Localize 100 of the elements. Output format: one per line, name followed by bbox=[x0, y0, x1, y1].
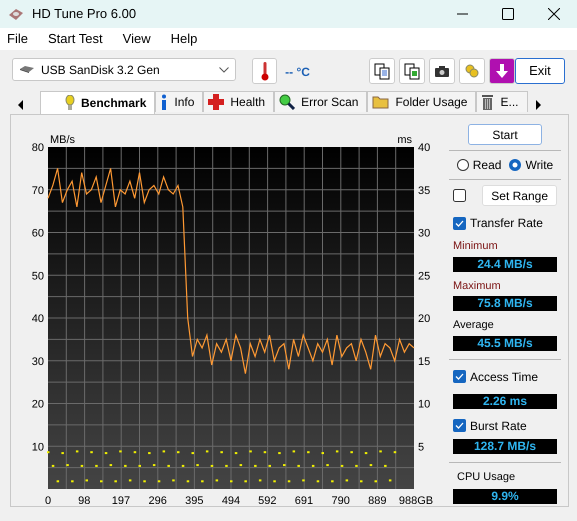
checkbox-label: Transfer Rate bbox=[470, 215, 543, 232]
access-time-point bbox=[249, 450, 252, 452]
y-tick-label: 70 bbox=[32, 184, 44, 197]
screenshot-button[interactable] bbox=[428, 58, 455, 84]
y-tick-label: 30 bbox=[32, 356, 44, 368]
access-time-point bbox=[331, 480, 334, 482]
documents-icon bbox=[404, 62, 420, 80]
access-time-point bbox=[172, 479, 175, 482]
x-tick-label: 0 bbox=[44, 495, 52, 504]
radio-label: Write bbox=[525, 157, 554, 174]
tab[interactable]: E... bbox=[476, 91, 528, 112]
access-time-point bbox=[216, 479, 218, 482]
menu-item[interactable]: Help bbox=[170, 29, 198, 49]
menu-item[interactable]: File bbox=[7, 29, 28, 49]
menu-item[interactable]: View bbox=[122, 29, 151, 49]
x-tick-label: 98 bbox=[78, 495, 90, 504]
camera-icon bbox=[434, 64, 450, 78]
y2-tick-label: 40 bbox=[418, 142, 430, 154]
access-time-point bbox=[152, 464, 156, 466]
access-time-point bbox=[258, 479, 262, 482]
access-time-point bbox=[182, 464, 184, 467]
access-time-point bbox=[90, 451, 93, 454]
copy-image-button[interactable] bbox=[398, 58, 425, 84]
maximize-icon bbox=[502, 8, 514, 20]
tab[interactable]: Folder Usage bbox=[367, 91, 476, 112]
y-tick-label: 60 bbox=[32, 228, 44, 240]
access-time-point bbox=[61, 452, 64, 454]
access-time-point bbox=[110, 464, 112, 466]
access-time-point bbox=[244, 480, 247, 482]
access-time-point bbox=[268, 464, 271, 467]
access-time-point bbox=[283, 464, 286, 466]
minimize-icon bbox=[456, 13, 468, 15]
exit-button[interactable]: Exit bbox=[514, 58, 565, 84]
access-time-point bbox=[158, 480, 160, 482]
radio-button[interactable] bbox=[509, 159, 522, 171]
checkbox[interactable] bbox=[453, 370, 466, 383]
coins-icon bbox=[464, 63, 480, 79]
access-time-point bbox=[346, 479, 348, 482]
stat-value: 45.5 MB/s bbox=[453, 336, 557, 350]
access-time-point bbox=[307, 451, 310, 454]
tab[interactable]: Info bbox=[155, 91, 204, 112]
access-time-point bbox=[95, 464, 98, 467]
access-time-point bbox=[225, 464, 228, 467]
access-time-point bbox=[292, 450, 296, 452]
y-tick-label: 10 bbox=[32, 441, 44, 454]
start-button[interactable]: Start bbox=[468, 124, 542, 145]
radio-button[interactable] bbox=[456, 159, 469, 171]
checkbox[interactable] bbox=[453, 189, 466, 202]
scroll-left-icon bbox=[18, 100, 24, 110]
tab[interactable]: Error Scan bbox=[274, 91, 368, 112]
access-time-point bbox=[196, 464, 199, 466]
access-time-point bbox=[134, 451, 136, 454]
drive-dropdown[interactable]: USB SanDisk 3.2 Gen bbox=[12, 58, 236, 81]
tab[interactable]: Health bbox=[203, 91, 274, 112]
save-button[interactable] bbox=[488, 58, 515, 84]
access-time-point bbox=[206, 450, 208, 452]
access-time-point bbox=[297, 464, 300, 467]
close-icon bbox=[548, 8, 560, 20]
app-icon bbox=[8, 7, 24, 21]
menu-item[interactable]: Start Test bbox=[48, 29, 103, 49]
bulb-icon bbox=[65, 95, 75, 111]
magnifier-icon bbox=[279, 94, 296, 110]
temperature-button[interactable] bbox=[252, 58, 278, 84]
access-time-point bbox=[240, 464, 242, 466]
access-time-point bbox=[201, 480, 204, 482]
access-time-point bbox=[162, 450, 166, 452]
y2-tick-label: 20 bbox=[418, 313, 430, 325]
access-time-point bbox=[148, 452, 151, 454]
stat-label: Average bbox=[452, 318, 495, 333]
set-range-button[interactable]: Set Range bbox=[482, 185, 557, 206]
options-button[interactable] bbox=[458, 58, 485, 84]
y-tick-label: 50 bbox=[32, 270, 44, 282]
y2-tick-label: 15 bbox=[418, 356, 430, 368]
stat-value: 24.4 MB/s bbox=[453, 256, 557, 272]
y-tick-label: 80 bbox=[32, 142, 44, 154]
access-time-point bbox=[340, 464, 344, 467]
temperature-value: -- °C bbox=[285, 64, 311, 81]
stat-value: 128.7 MB/s bbox=[453, 438, 557, 454]
x-tick-label: 889 bbox=[368, 495, 386, 504]
x-tick-label: 296 bbox=[148, 495, 167, 504]
cross-icon bbox=[208, 94, 224, 110]
access-time-point bbox=[264, 451, 266, 454]
access-time-point bbox=[388, 479, 392, 482]
copy-text-button[interactable] bbox=[368, 58, 395, 84]
chevron-icon bbox=[219, 66, 229, 72]
checkbox[interactable] bbox=[453, 216, 466, 230]
y-axis-label: MB/s bbox=[50, 134, 76, 146]
scroll-right-icon bbox=[536, 100, 542, 110]
checkbox-label: Access Time bbox=[470, 368, 538, 386]
access-time-point bbox=[104, 452, 108, 454]
access-time-point bbox=[355, 464, 358, 467]
checkbox[interactable] bbox=[453, 419, 466, 432]
access-time-point bbox=[273, 480, 276, 482]
access-time-point bbox=[119, 450, 122, 452]
tab[interactable]: Benchmark bbox=[40, 91, 156, 114]
y2-tick-label: 10 bbox=[418, 398, 430, 410]
access-time-point bbox=[336, 450, 338, 452]
access-time-point bbox=[80, 464, 84, 467]
access-time-point bbox=[71, 480, 74, 482]
y2-tick-label: 30 bbox=[418, 228, 430, 240]
